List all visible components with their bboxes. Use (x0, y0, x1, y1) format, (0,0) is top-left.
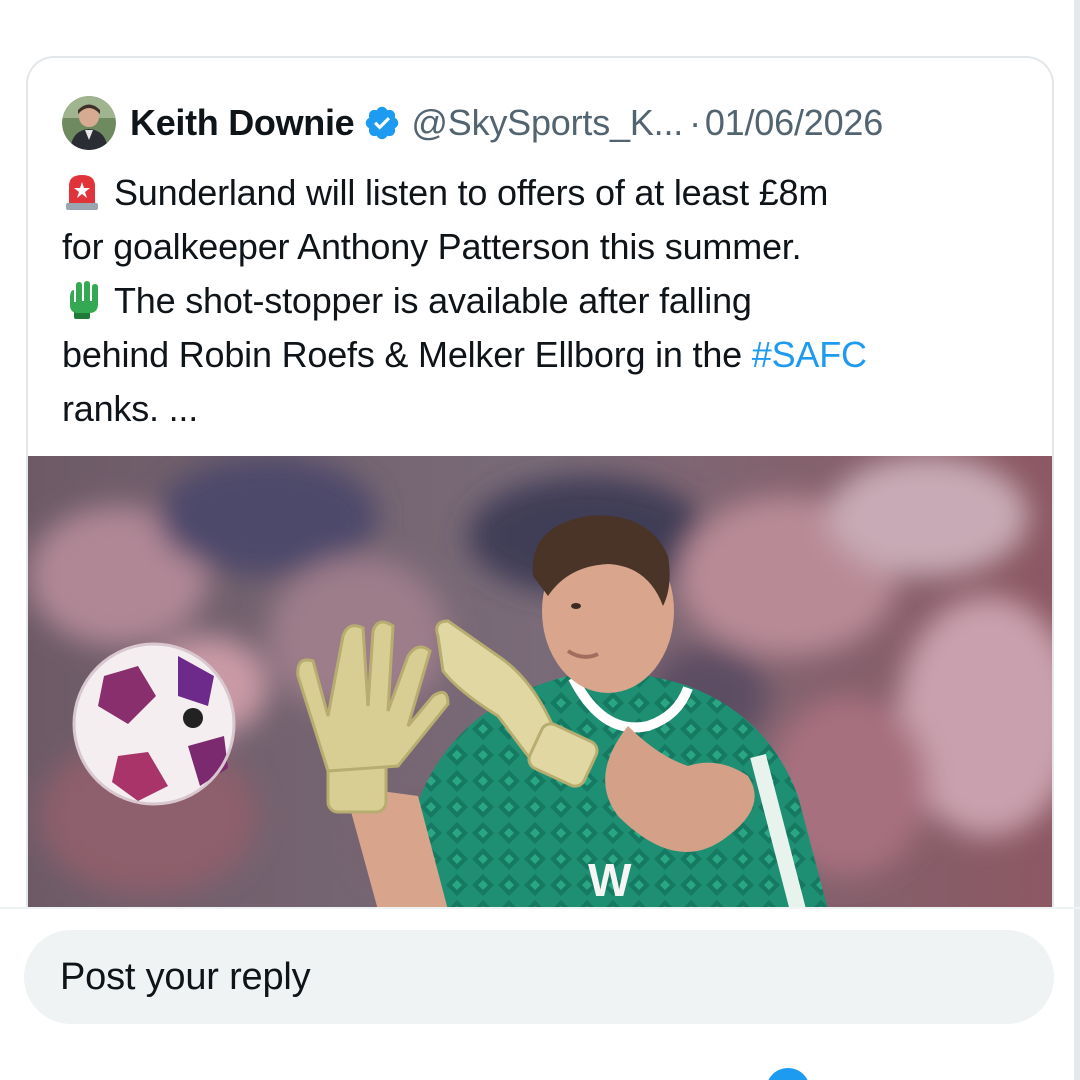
siren-emoji-icon (66, 175, 98, 210)
compose-fab-partial[interactable] (766, 1068, 810, 1080)
reply-placeholder: Post your reply (60, 955, 311, 998)
verified-badge-icon (366, 106, 399, 140)
avatar[interactable] (62, 96, 116, 150)
divider (0, 907, 1080, 909)
tweet-line-1: Sunderland will listen to offers of at l… (114, 172, 829, 213)
author-handle[interactable]: @SkySports_K... (411, 102, 683, 144)
avatar-image (62, 96, 116, 150)
header-separator: · (689, 102, 701, 143)
tweet-line-5: ranks. ... (62, 388, 199, 429)
tweet-line: Sunderland will listen to offers of at l… (62, 166, 1022, 220)
tweet-text: Sunderland will listen to offers of at l… (62, 166, 1022, 436)
hashtag-link[interactable]: #SAFC (752, 334, 867, 375)
author-name[interactable]: Keith Downie (130, 102, 355, 144)
gloved-hand-emoji-icon (70, 281, 98, 319)
reply-input[interactable]: Post your reply (24, 930, 1054, 1024)
tweet-media-photo[interactable]: W (28, 456, 1052, 908)
tweet-line-2: for goalkeeper Anthony Patterson this su… (62, 226, 802, 267)
scroll-edge (1074, 0, 1080, 1080)
tweet-line: The shot-stopper is available after fall… (62, 274, 1022, 328)
tweet-line-3: The shot-stopper is available after fall… (114, 280, 752, 321)
tweet-line: behind Robin Roefs & Melker Ellborg in t… (62, 328, 1022, 382)
tweet-date[interactable]: 01/06/2026 (705, 102, 883, 144)
svg-text:W: W (588, 854, 632, 906)
quoted-tweet-card[interactable]: Keith Downie @SkySports_K... · 01/06/202… (26, 56, 1054, 908)
goalkeeper-photo: W (28, 456, 1052, 908)
tweet-line-4: behind Robin Roefs & Melker Ellborg in t… (62, 334, 752, 375)
tweet-header: Keith Downie @SkySports_K... · 01/06/202… (62, 94, 883, 152)
screen: Keith Downie @SkySports_K... · 01/06/202… (0, 0, 1080, 1080)
